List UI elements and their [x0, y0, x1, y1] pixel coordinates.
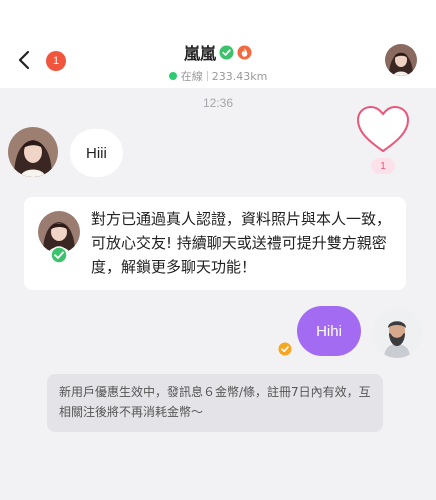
status-divider [206, 71, 208, 81]
distance: 233.43km [211, 69, 268, 83]
outgoing-message-bubble[interactable]: Hihi [297, 306, 361, 356]
verified-badge-icon [50, 246, 68, 264]
online-status: 在線 [180, 70, 203, 83]
chat-title: 嵐嵐 在線 233.43km [0, 40, 436, 84]
heart-icon [356, 105, 410, 153]
online-dot [168, 72, 177, 80]
verification-notice-text: 對方已通過真人認證，資料照片與本人一致，可放心交友! 持續聊天或送禮可提升雙方親… [91, 210, 392, 276]
coin-icon [278, 342, 292, 356]
peer-avatar[interactable] [8, 127, 58, 177]
default-avatar-icon [372, 308, 422, 358]
like-button[interactable] [355, 104, 411, 156]
system-promo-note: 新用戶優惠生效中，發訊息６金幣/條，註冊7日內有效，互相關注後將不再消耗金幣～ [47, 374, 383, 432]
status-line: 在線 233.43km [0, 68, 436, 84]
chat-header: 1 嵐嵐 在線 233.43km [0, 0, 436, 88]
self-avatar[interactable] [372, 308, 422, 358]
peer-name[interactable]: 嵐嵐 [184, 40, 216, 64]
fire-icon [237, 44, 252, 60]
verification-notice-card: 對方已通過真人認證，資料照片與本人一致，可放心交友! 持續聊天或送禮可提升雙方親… [24, 197, 406, 290]
incoming-message-bubble[interactable]: Hiii [70, 129, 123, 177]
peer-avatar-header[interactable] [385, 44, 417, 76]
like-count: 1 [371, 158, 395, 174]
verified-icon [219, 44, 234, 60]
